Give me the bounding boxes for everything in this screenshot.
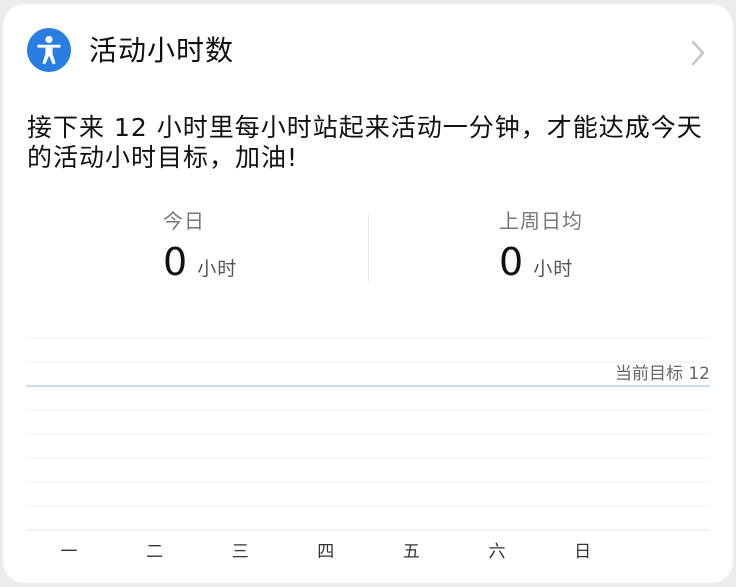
encouragement-message: 接下来 12 小时里每小时站起来活动一分钟，才能达成今天的活动小时目标，加油! [27,113,703,172]
today-stat: 今日 0 小时 [163,208,237,288]
weekday-label: 六 [489,542,506,562]
goal-label: 当前目标 12 [615,364,710,384]
today-unit: 小时 [197,258,238,280]
accessibility-person-icon [27,28,71,72]
weekday-label: 二 [146,542,163,562]
weekday-label: 五 [403,542,420,562]
weekly-activity-chart: 当前目标 12 一 二 三 四 五 六 日 [26,337,710,562]
weekly-average-stat: 上周日均 0 小时 [499,208,583,288]
chevron-right-icon[interactable] [687,38,709,68]
card-header[interactable]: 活动小时数 [3,4,733,100]
weekly-average-label: 上周日均 [499,209,583,233]
weekday-label: 四 [317,542,334,562]
activity-hours-card[interactable]: 活动小时数 接下来 12 小时里每小时站起来活动一分钟，才能达成今天的活动小时目… [3,4,733,583]
weekly-average-value: 0 [499,240,524,284]
weekday-label: 三 [232,542,249,562]
today-value: 0 [163,240,188,284]
card-title: 活动小时数 [89,34,235,67]
weekly-average-unit: 小时 [533,258,574,280]
stat-divider [368,215,369,281]
weekday-label: 日 [574,542,591,562]
weekday-label: 一 [61,542,78,562]
today-label: 今日 [163,209,205,233]
